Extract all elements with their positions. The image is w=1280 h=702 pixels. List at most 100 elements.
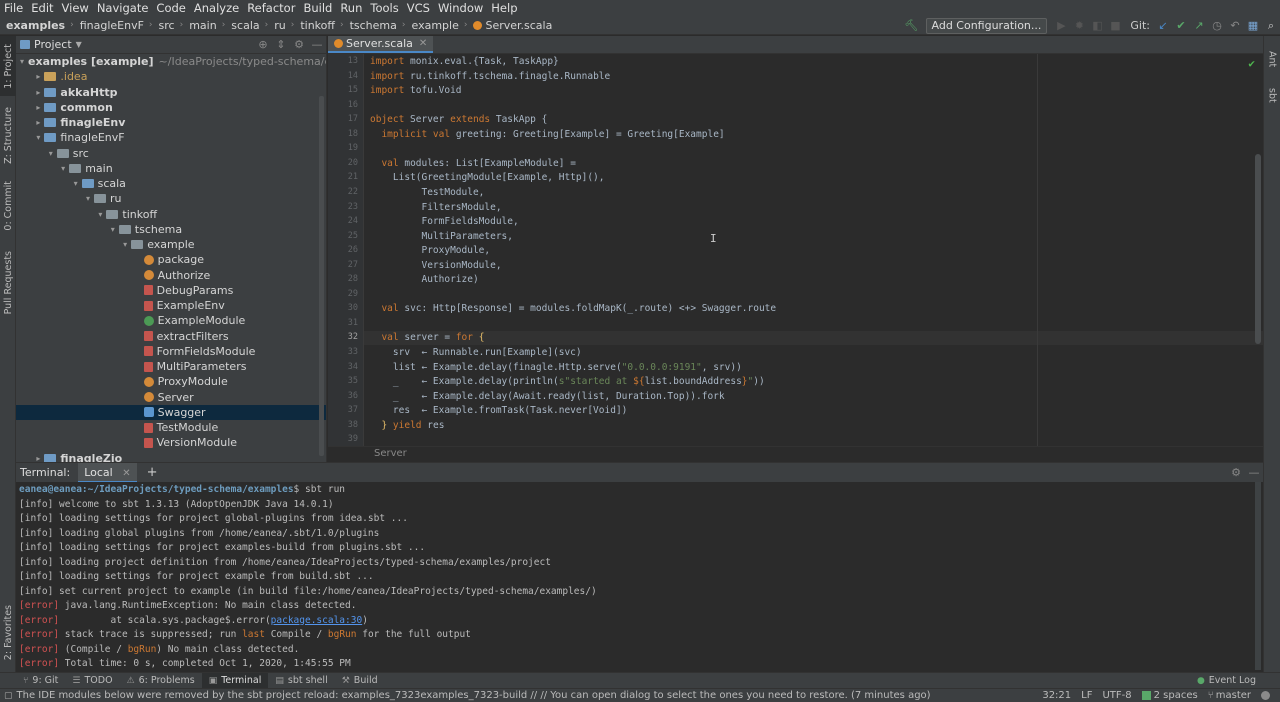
tool-button-build[interactable]: ⚒ Build (335, 673, 385, 689)
breadcrumb-item[interactable]: finagleEnvF › (74, 19, 153, 32)
tree-item[interactable]: DebugParams (16, 283, 326, 298)
tree-item[interactable]: ▸ common (16, 100, 326, 115)
close-tab-icon[interactable]: ✕ (419, 38, 427, 49)
file-encoding[interactable]: UTF-8 (1102, 690, 1131, 701)
breadcrumb-file[interactable]: Server.scala (467, 19, 552, 32)
breadcrumb-item[interactable]: example › (406, 19, 468, 32)
breadcrumb-item[interactable]: tschema › (344, 19, 406, 32)
chevron-right-icon[interactable]: ▸ (32, 103, 44, 112)
terminal-output[interactable]: eanea@eanea:~/IdeaProjects/typed-schema/… (16, 482, 1263, 672)
tree-item[interactable]: ▸ finagleEnv (16, 115, 326, 130)
tree-item[interactable]: TestModule (16, 420, 326, 435)
breadcrumb-item[interactable]: examples › (0, 19, 74, 32)
git-push-icon[interactable]: ↗ (1190, 16, 1208, 35)
chevron-down-icon[interactable]: ▾ (119, 240, 131, 249)
indent-widget[interactable]: 2 spaces (1141, 690, 1198, 701)
chevron-down-icon[interactable]: ▾ (32, 133, 44, 142)
terminal-tab-local[interactable]: Local ✕ (78, 462, 137, 483)
menu-item-run[interactable]: Run (336, 0, 366, 16)
debug-icon[interactable]: ✹ (1070, 16, 1088, 35)
tree-item[interactable]: ▸ akkaHttp (16, 85, 326, 100)
favorites-tool-tab[interactable]: 2: Favorites (0, 598, 16, 668)
editor-breadcrumb-item[interactable]: Server (374, 448, 407, 459)
tree-item[interactable]: ▾ ru (16, 191, 326, 206)
sbt-tool-tab[interactable]: sbt (1264, 80, 1280, 110)
hide-panel-icon[interactable]: — (1245, 463, 1263, 482)
menu-item-build[interactable]: Build (299, 0, 336, 16)
tree-item[interactable]: ▾ examples [example] ~/IdeaProjects/typed-… (16, 54, 326, 69)
tree-item[interactable]: ▾ tinkoff (16, 207, 326, 222)
tree-item[interactable]: ▾ example (16, 237, 326, 252)
menu-item-view[interactable]: View (58, 0, 93, 16)
tool-button-9-git[interactable]: ⑂ 9: Git (16, 673, 65, 689)
chevron-down-icon[interactable]: ▾ (57, 164, 69, 173)
status-toggle-icon[interactable]: ▢ (0, 691, 13, 701)
menu-item-code[interactable]: Code (152, 0, 189, 16)
tree-item[interactable]: Server (16, 390, 326, 405)
project-structure-icon[interactable]: ▦ (1244, 16, 1262, 35)
tree-item[interactable]: ▾ tschema (16, 222, 326, 237)
build-hammer-icon[interactable]: 🔨︎ (903, 16, 921, 35)
structure-tool-tab[interactable]: Z: Structure (0, 102, 16, 168)
chevron-down-icon[interactable]: ▾ (20, 57, 24, 66)
new-terminal-icon[interactable]: + (147, 465, 158, 480)
menu-item-analyze[interactable]: Analyze (190, 0, 243, 16)
search-everywhere-icon[interactable]: ⌕ (1262, 16, 1280, 35)
tree-item[interactable]: VersionModule (16, 435, 326, 450)
pull-requests-tool-tab[interactable]: Pull Requests (0, 244, 16, 322)
menu-item-vcs[interactable]: VCS (403, 0, 434, 16)
memory-indicator-icon[interactable] (1261, 691, 1270, 700)
code-editor[interactable]: 13 14 15 16 17 18 19 20 21 22 23 24 25 26 27 28 29 30 31 32… (328, 54, 1263, 446)
tree-item[interactable]: FormFieldsModule (16, 344, 326, 359)
line-separator[interactable]: LF (1081, 690, 1092, 701)
collapse-all-icon[interactable]: ⇕ (272, 36, 290, 54)
tree-item[interactable]: ▸ finagleZio (16, 451, 326, 462)
breadcrumb-item[interactable]: ru › (268, 19, 294, 32)
menu-item-file[interactable]: File (0, 0, 27, 16)
settings-gear-icon[interactable]: ⚙ (1227, 463, 1245, 482)
tree-item[interactable]: ▾ finagleEnvF (16, 130, 326, 145)
menu-item-window[interactable]: Window (434, 0, 487, 16)
project-tool-tab[interactable]: 1: Project (0, 36, 16, 96)
editor-scrollbar[interactable] (1255, 154, 1261, 344)
menu-item-navigate[interactable]: Navigate (93, 0, 153, 16)
breadcrumb-item[interactable]: main › (183, 19, 225, 32)
tree-item[interactable]: ProxyModule (16, 374, 326, 389)
editor-tab-server-scala[interactable]: Server.scala ✕ (328, 36, 434, 53)
tool-button-sbt-shell[interactable]: ▤ sbt shell (268, 673, 334, 689)
tool-button-todo[interactable]: ☰ TODO (65, 673, 119, 689)
tree-item[interactable]: package (16, 252, 326, 267)
menu-item-refactor[interactable]: Refactor (243, 0, 299, 16)
git-rollback-icon[interactable]: ↶ (1226, 16, 1244, 35)
menu-item-help[interactable]: Help (487, 0, 521, 16)
chevron-down-icon[interactable]: ▾ (107, 225, 119, 234)
breadcrumb-item[interactable]: src › (153, 19, 184, 32)
stop-icon[interactable]: ■ (1106, 16, 1124, 35)
chevron-down-icon[interactable]: ▾ (45, 149, 57, 158)
git-commit-icon[interactable]: ✔ (1172, 16, 1190, 35)
status-message[interactable]: The IDE modules below were removed by th… (13, 690, 931, 701)
tree-item[interactable]: Authorize (16, 268, 326, 283)
run-icon[interactable]: ▶ (1052, 16, 1070, 35)
chevron-down-icon[interactable]: ▾ (70, 179, 82, 188)
commit-tool-tab[interactable]: 0: Commit (0, 176, 16, 236)
breadcrumb-item[interactable]: tinkoff › (294, 19, 343, 32)
menu-item-edit[interactable]: Edit (27, 0, 57, 16)
coverage-icon[interactable]: ◧ (1088, 16, 1106, 35)
dropdown-arrow-icon[interactable]: ▼ (76, 40, 82, 49)
tool-button-6-problems[interactable]: ⚠ 6: Problems (120, 673, 202, 689)
source-link[interactable]: package.scala:30 (271, 615, 363, 626)
tree-item[interactable]: ExampleModule (16, 313, 326, 328)
chevron-down-icon[interactable]: ▾ (94, 210, 106, 219)
git-branch-widget[interactable]: ⑂ master (1208, 690, 1251, 701)
chevron-right-icon[interactable]: ▸ (32, 118, 44, 127)
settings-gear-icon[interactable]: ⚙ (290, 36, 308, 54)
close-tab-icon[interactable]: ✕ (122, 468, 130, 479)
caret-position[interactable]: 32:21 (1042, 690, 1071, 701)
project-panel-title[interactable]: Project (34, 38, 72, 51)
tree-item[interactable]: MultiParameters (16, 359, 326, 374)
terminal-scrollbar[interactable] (1255, 482, 1261, 670)
tree-item[interactable]: ExampleEnv (16, 298, 326, 313)
tree-item[interactable]: ▾ main (16, 161, 326, 176)
tree-item[interactable]: Swagger (16, 404, 326, 420)
